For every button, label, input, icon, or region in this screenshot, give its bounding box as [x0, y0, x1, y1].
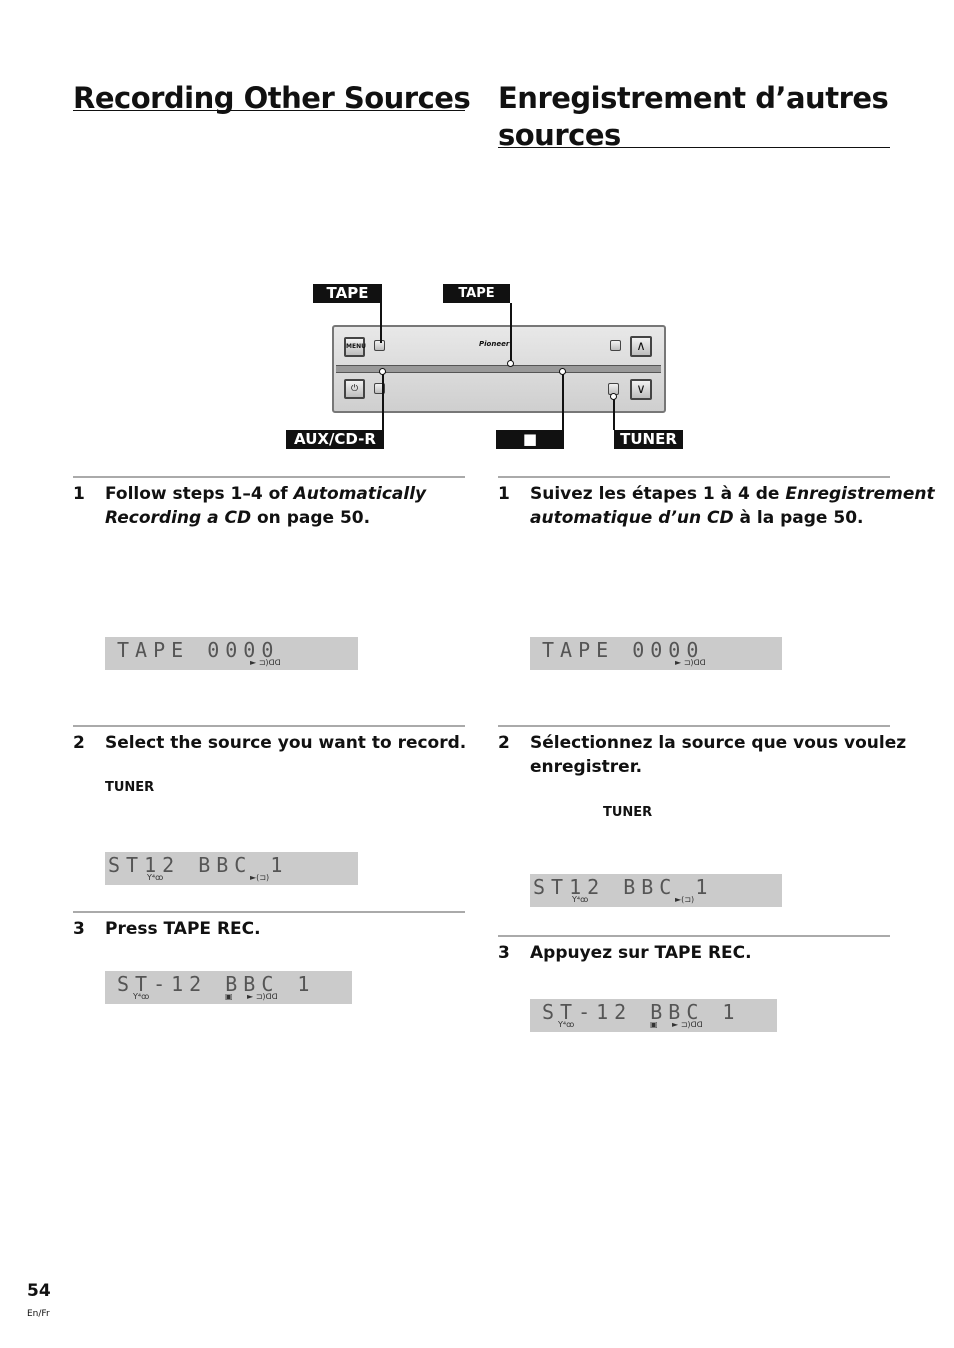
tape-rec-label: TAPE REC	[443, 284, 510, 320]
page-number: 54	[27, 1281, 51, 1301]
divider	[498, 476, 890, 478]
step-1-en: 1 Follow steps 1–4 of Automatically Recor…	[73, 482, 465, 532]
leader-dot-tape-rec	[507, 360, 514, 367]
power-icon: ⏻	[350, 384, 359, 394]
leader-line-tape	[380, 303, 382, 343]
power-button[interactable]: ⏻	[344, 379, 365, 399]
aux-cdr-label: AUX/CD-R	[286, 430, 384, 449]
divider	[498, 725, 890, 727]
leader-line-tape-rec	[510, 303, 512, 363]
divider	[498, 935, 890, 937]
down-button[interactable]: ∨	[630, 379, 652, 400]
divider	[73, 476, 465, 478]
title-rule-en	[73, 110, 465, 111]
tape-label: TAPE	[313, 284, 382, 303]
menu-button[interactable]: MENU	[344, 337, 366, 357]
lcd-display-tape: TAPE 0000 ► ⊐)ᗡᗡ	[105, 637, 358, 670]
leader-line-tuner	[613, 395, 615, 430]
lcd-display-recording: ST-12 BBC 1 Y⁴ꝏ ▣ ► ⊐)ᗡᗡ	[105, 971, 352, 1004]
lcd-display-station-fr: ST12 BBC 1 Y⁴ꝏ ►(⊐)	[530, 874, 782, 907]
lcd-display-station: ST12 BBC 1 Y⁴ꝏ ►(⊐)	[105, 852, 358, 885]
up-button[interactable]: ∧	[630, 336, 652, 357]
page-title-en: Recording Other Sources	[73, 81, 471, 115]
leader-dot-tuner	[610, 393, 617, 400]
tuner-sub-label: TUNER	[105, 780, 155, 795]
lcd-display-recording-fr: ST-12 BBC 1 Y⁴ꝏ ▣ ► ⊐)ᗡᗡ	[530, 999, 777, 1032]
step-number: 1	[73, 484, 85, 504]
leader-line-stop	[562, 370, 564, 430]
tuner-label: TUNER	[614, 430, 683, 449]
language-label: En/Fr	[27, 1309, 50, 1319]
leader-dot-aux	[379, 368, 386, 375]
divider	[73, 911, 465, 913]
divider	[73, 725, 465, 727]
leader-dot-stop	[559, 368, 566, 375]
stop-label: ■	[496, 430, 564, 449]
eject-button[interactable]	[610, 340, 621, 351]
leader-line-aux	[382, 370, 384, 430]
step-text: Follow steps 1–4 of Automatically Recordi…	[105, 484, 427, 528]
page-title-fr-line2: sources	[498, 118, 621, 152]
brand-logo: Pioneer	[479, 340, 510, 348]
title-rule-fr	[498, 147, 890, 148]
page-title-fr-line1: Enregistrement d’autres	[498, 81, 889, 115]
lcd-display-tape-fr: TAPE 0000 ► ⊐)ᗡᗡ	[530, 637, 782, 670]
tuner-sub-label-fr: TUNER	[603, 805, 653, 820]
